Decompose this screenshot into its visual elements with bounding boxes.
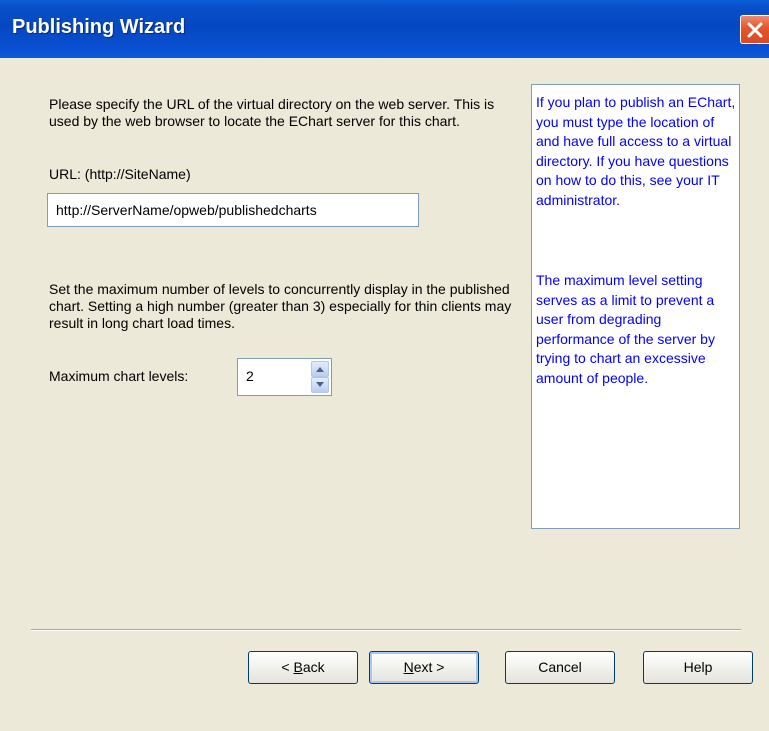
arrow-down-icon [316,382,324,387]
cancel-button[interactable]: Cancel [505,651,615,684]
back-mnemonic: B [293,659,303,675]
close-button[interactable] [740,15,769,44]
separator-highlight [31,630,741,631]
next-button[interactable]: Next > [369,651,479,684]
help-button[interactable]: Help [643,651,753,684]
back-button[interactable]: < Back [248,651,358,684]
back-label-rest: ack [302,659,325,675]
intro-text: Please specify the URL of the virtual di… [49,96,495,129]
max-levels-spinner[interactable]: 2 [237,358,332,396]
help-info-box: If you plan to publish an EChart, you mu… [531,84,740,529]
levels-description: Set the maximum number of levels to conc… [49,281,512,331]
spinner-up-button[interactable] [311,361,329,377]
info-paragraph-2: The maximum level setting serves as a li… [536,272,715,386]
back-prefix: < [281,659,294,675]
next-mnemonic: N [403,659,414,675]
publishing-wizard-window: Publishing Wizard Please specify the URL… [0,0,769,731]
arrow-up-icon [316,367,324,372]
next-label-rest: ext > [413,659,445,675]
url-label: URL: (http://SiteName) [49,166,191,182]
max-levels-label: Maximum chart levels: [49,368,189,384]
info-paragraph-1: If you plan to publish an EChart, you mu… [536,94,736,208]
close-icon [747,22,763,38]
title-bar[interactable]: Publishing Wizard [0,0,769,58]
url-input[interactable] [47,193,419,227]
window-title: Publishing Wizard [12,16,186,38]
max-levels-value[interactable]: 2 [246,368,254,384]
spinner-down-button[interactable] [311,377,329,393]
